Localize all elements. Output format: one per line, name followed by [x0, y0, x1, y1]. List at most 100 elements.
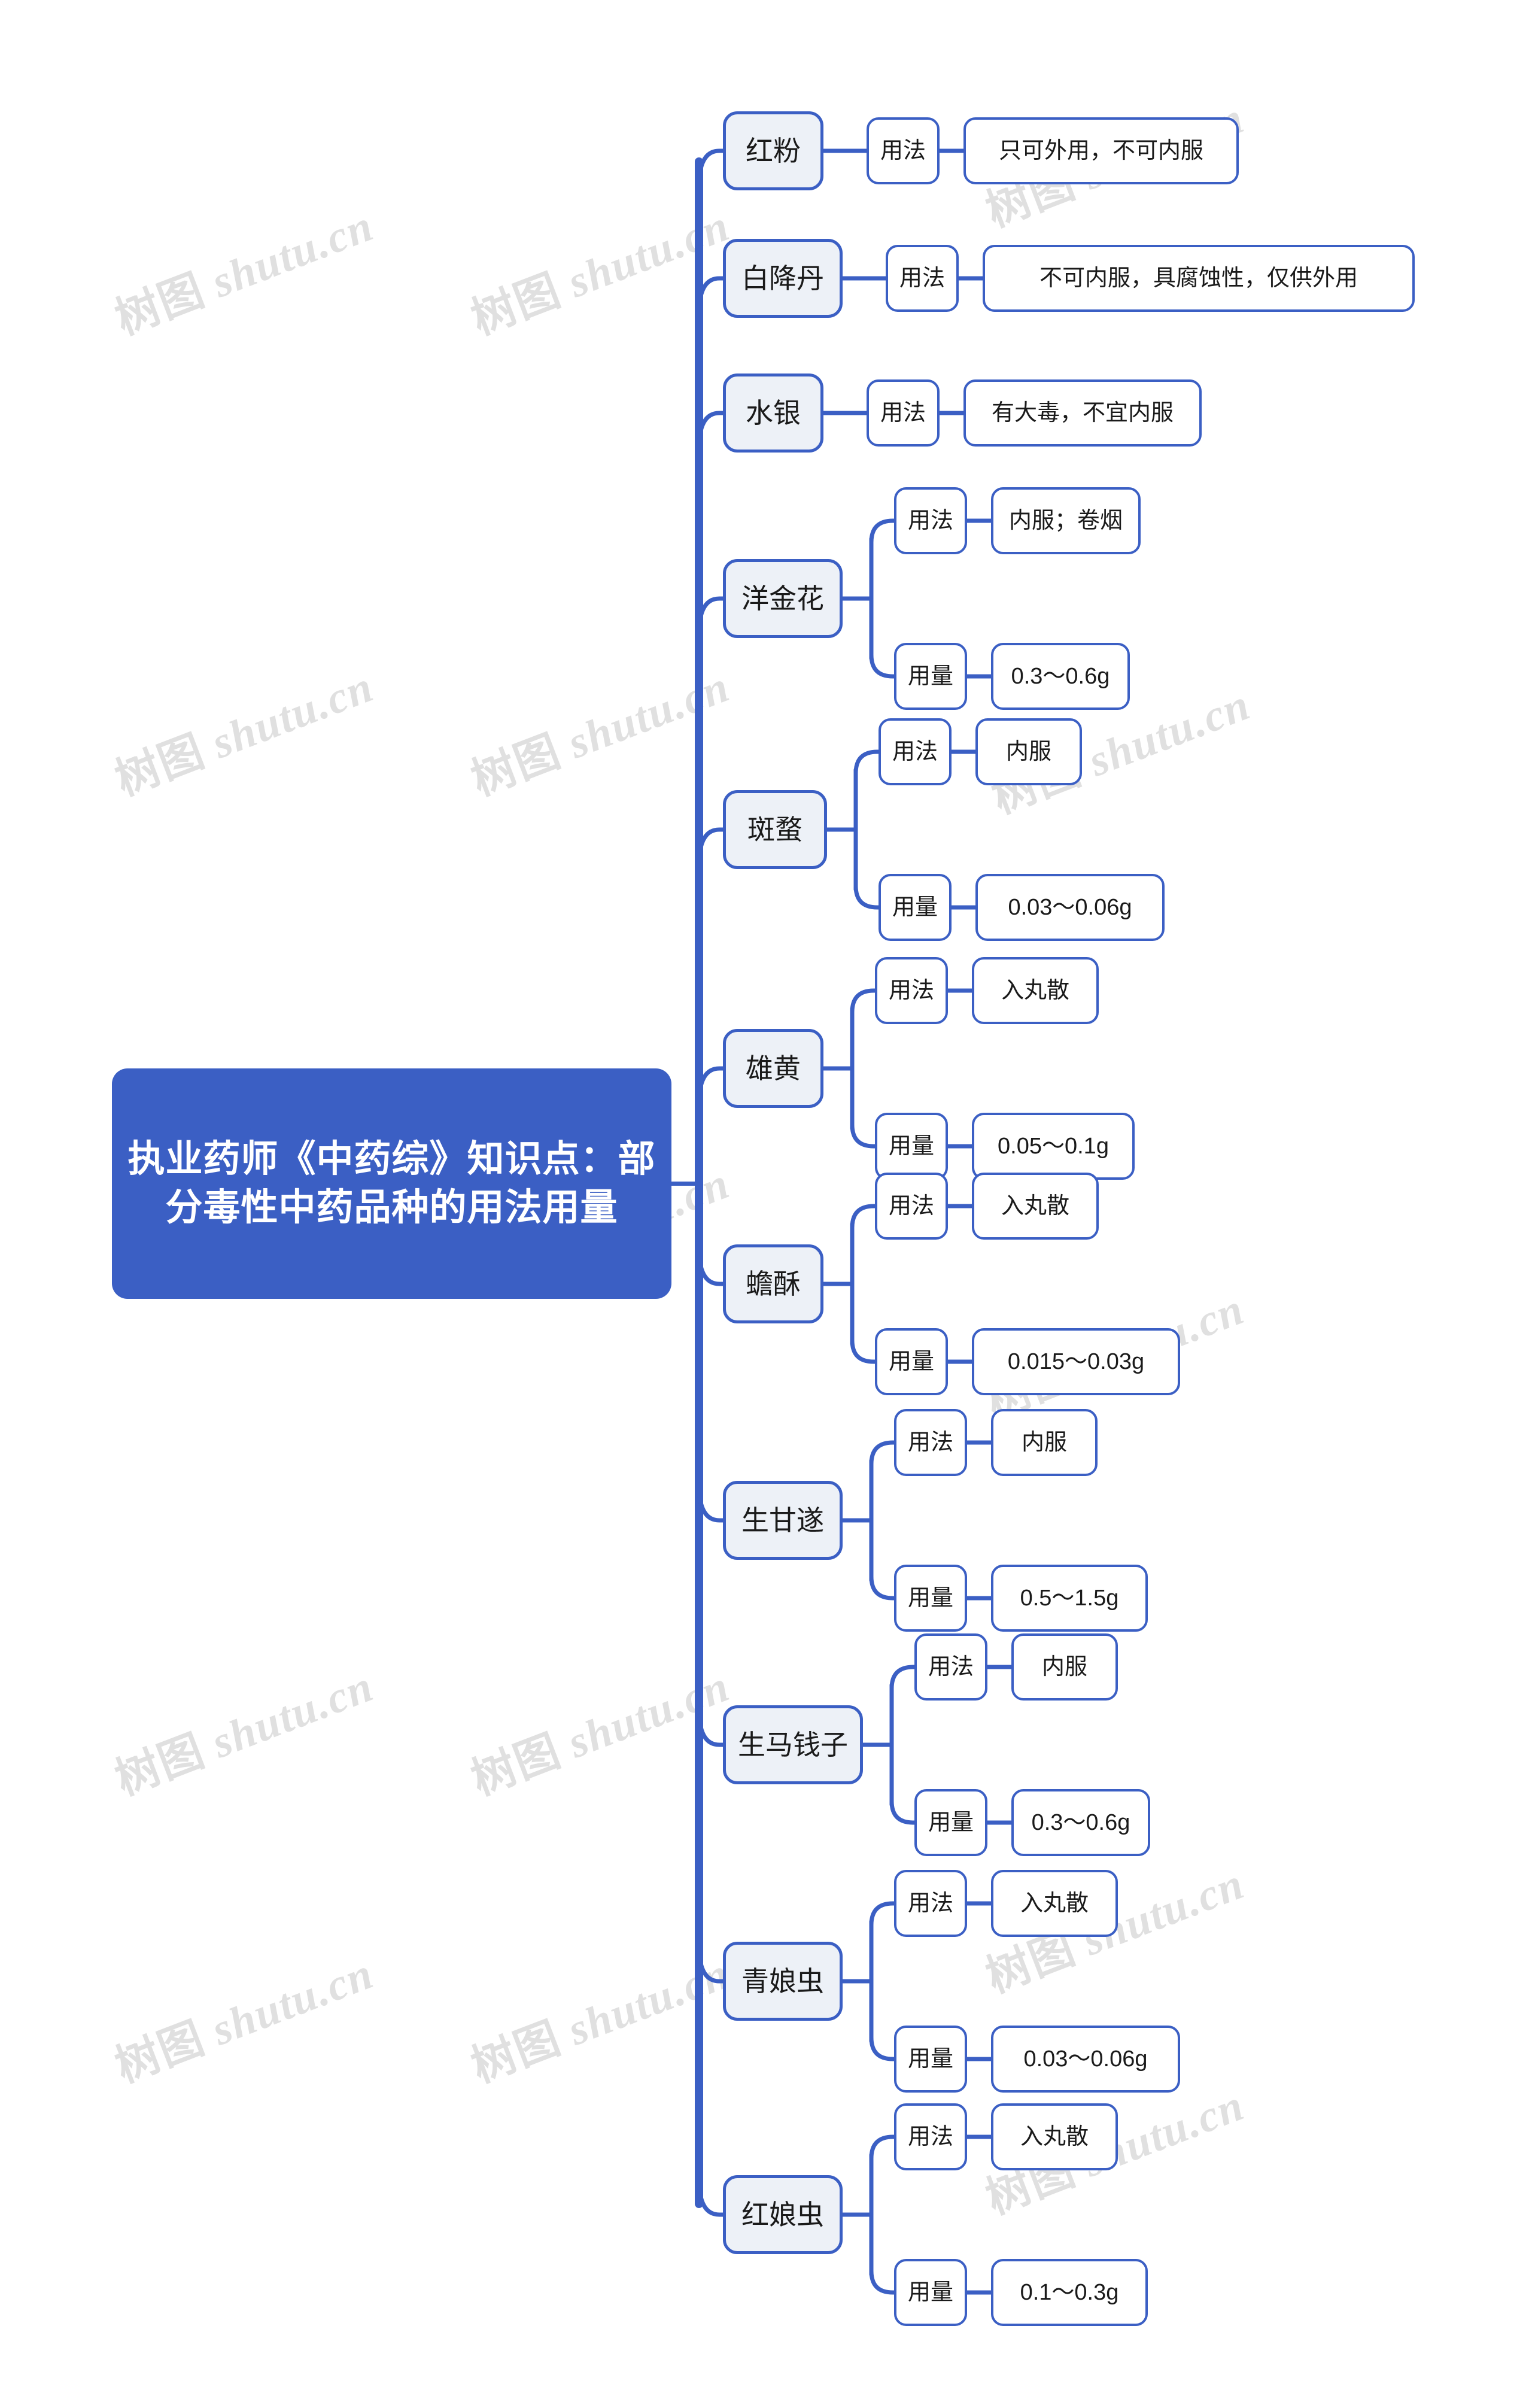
root-node[interactable]: 执业药师《中药综》知识点：部分毒性中药品种的用法用量	[112, 1068, 671, 1299]
branch-node-2-label: 白降丹	[741, 262, 824, 294]
child-label-node-8-1[interactable]: 用法	[894, 1409, 967, 1476]
branch-node-8[interactable]: 生甘遂	[723, 1481, 843, 1560]
value-node-6-2[interactable]: 0.05～0.1g	[972, 1113, 1135, 1180]
child-label-node-5-1[interactable]: 用法	[879, 718, 952, 785]
child-label-node-1-1[interactable]: 用法	[867, 117, 940, 184]
value-node-11-2-label: 0.1～0.3g	[1020, 2279, 1119, 2305]
value-node-8-1[interactable]: 内服	[991, 1409, 1098, 1476]
value-node-7-1-label: 入丸散	[1001, 1193, 1069, 1219]
child-label-node-7-1[interactable]: 用法	[875, 1173, 948, 1240]
child-label-node-1-1-label: 用法	[880, 138, 926, 163]
value-node-11-2[interactable]: 0.1～0.3g	[991, 2259, 1148, 2326]
branch-node-11-label: 红娘虫	[741, 2199, 824, 2230]
child-label-node-10-2[interactable]: 用量	[894, 2026, 967, 2093]
child-label-node-4-1-label: 用法	[907, 508, 953, 533]
value-node-4-1[interactable]: 内服；卷烟	[991, 487, 1141, 554]
value-node-10-1-label: 入丸散	[1020, 1890, 1089, 1916]
branch-node-7-label: 蟾酥	[746, 1268, 801, 1299]
branch-node-11[interactable]: 红娘虫	[723, 2175, 843, 2254]
child-label-node-4-2-label: 用量	[907, 663, 953, 689]
child-label-node-11-1-label: 用法	[907, 2124, 953, 2149]
branch-node-8-label: 生甘遂	[741, 1504, 824, 1536]
child-label-node-6-2[interactable]: 用量	[875, 1113, 948, 1180]
branch-node-3-label: 水银	[746, 397, 801, 429]
child-label-node-6-1[interactable]: 用法	[875, 957, 948, 1024]
value-node-8-2[interactable]: 0.5～1.5g	[991, 1565, 1148, 1632]
value-node-4-2[interactable]: 0.3～0.6g	[991, 643, 1130, 710]
branch-node-10-label: 青娘虫	[741, 1965, 824, 1997]
value-node-10-2[interactable]: 0.03～0.06g	[991, 2026, 1180, 2093]
value-node-9-1-label: 内服	[1041, 1654, 1087, 1680]
branch-node-1-label: 红粉	[746, 135, 801, 166]
child-label-node-5-2-label: 用量	[892, 894, 938, 920]
branch-node-9[interactable]: 生马钱子	[723, 1705, 863, 1784]
child-label-node-2-1[interactable]: 用法	[886, 245, 959, 312]
child-label-node-9-2[interactable]: 用量	[914, 1789, 987, 1856]
child-label-node-3-1[interactable]: 用法	[867, 379, 940, 447]
child-label-node-4-1[interactable]: 用法	[894, 487, 967, 554]
branch-node-7[interactable]: 蟾酥	[723, 1244, 823, 1323]
child-label-node-7-2[interactable]: 用量	[875, 1328, 948, 1395]
child-label-node-9-1-label: 用法	[928, 1654, 974, 1680]
child-label-node-6-2-label: 用量	[888, 1133, 934, 1159]
value-node-7-1[interactable]: 入丸散	[972, 1173, 1099, 1240]
value-node-1-1-label: 只可外用，不可内服	[998, 138, 1203, 163]
value-node-3-1-label: 有大毒，不宜内服	[991, 400, 1174, 426]
value-node-2-1[interactable]: 不可内服，具腐蚀性，仅供外用	[983, 245, 1415, 312]
value-node-11-1[interactable]: 入丸散	[991, 2103, 1118, 2170]
branch-node-3[interactable]: 水银	[723, 374, 823, 453]
value-node-6-1[interactable]: 入丸散	[972, 957, 1099, 1024]
value-node-9-2-label: 0.3～0.6g	[1031, 1809, 1130, 1835]
branch-node-4-label: 洋金花	[741, 582, 824, 614]
value-node-7-2-label: 0.015～0.03g	[1007, 1349, 1145, 1374]
branch-node-1[interactable]: 红粉	[723, 111, 823, 190]
value-node-4-2-label: 0.3～0.6g	[1011, 663, 1110, 689]
child-label-node-8-1-label: 用法	[907, 1429, 953, 1455]
value-node-11-1-label: 入丸散	[1020, 2124, 1089, 2149]
child-label-node-10-1[interactable]: 用法	[894, 1870, 967, 1937]
branch-node-10[interactable]: 青娘虫	[723, 1942, 843, 2021]
child-label-node-5-2[interactable]: 用量	[879, 874, 952, 941]
child-label-node-3-1-label: 用法	[880, 400, 926, 426]
branch-node-5[interactable]: 斑蝥	[723, 790, 827, 869]
child-label-node-5-1-label: 用法	[892, 739, 938, 764]
child-label-node-9-2-label: 用量	[928, 1809, 974, 1835]
child-label-node-7-2-label: 用量	[888, 1349, 934, 1374]
child-label-node-7-1-label: 用法	[888, 1193, 934, 1219]
child-label-node-4-2[interactable]: 用量	[894, 643, 967, 710]
value-node-3-1[interactable]: 有大毒，不宜内服	[963, 379, 1202, 447]
branch-node-9-label: 生马钱子	[738, 1729, 848, 1760]
value-node-8-2-label: 0.5～1.5g	[1020, 1585, 1119, 1611]
branch-node-4[interactable]: 洋金花	[723, 559, 843, 638]
child-label-node-11-2-label: 用量	[907, 2279, 953, 2305]
child-label-node-8-2-label: 用量	[907, 1585, 953, 1611]
child-label-node-11-2[interactable]: 用量	[894, 2259, 967, 2326]
value-node-1-1[interactable]: 只可外用，不可内服	[963, 117, 1239, 184]
child-label-node-10-1-label: 用法	[907, 1890, 953, 1916]
value-node-9-2[interactable]: 0.3～0.6g	[1011, 1789, 1150, 1856]
value-node-5-2-label: 0.03～0.06g	[1008, 894, 1132, 920]
value-node-2-1-label: 不可内服，具腐蚀性，仅供外用	[1039, 265, 1358, 291]
child-label-node-2-1-label: 用法	[899, 265, 945, 291]
branch-node-5-label: 斑蝥	[747, 813, 803, 845]
value-node-6-2-label: 0.05～0.1g	[998, 1133, 1109, 1159]
value-node-9-1[interactable]: 内服	[1011, 1633, 1118, 1701]
value-node-4-1-label: 内服；卷烟	[1008, 508, 1123, 533]
value-node-7-2[interactable]: 0.015～0.03g	[972, 1328, 1180, 1395]
value-node-8-1-label: 内服	[1021, 1429, 1067, 1455]
value-node-10-2-label: 0.03～0.06g	[1023, 2046, 1148, 2072]
child-label-node-11-1[interactable]: 用法	[894, 2103, 967, 2170]
child-label-node-10-2-label: 用量	[907, 2046, 953, 2072]
value-node-10-1[interactable]: 入丸散	[991, 1870, 1118, 1937]
child-label-node-6-1-label: 用法	[888, 977, 934, 1003]
child-label-node-8-2[interactable]: 用量	[894, 1565, 967, 1632]
branch-node-6[interactable]: 雄黄	[723, 1029, 823, 1108]
mindmap-canvas: 树图 shutu.cn 树图 shutu.cn 树图 shutu.cn 树图 shut…	[0, 0, 1532, 2408]
branch-node-6-label: 雄黄	[746, 1052, 801, 1084]
root-node-label: 执业药师《中药综》知识点：部分毒性中药品种的用法用量	[127, 1138, 656, 1228]
node-layer: 执业药师《中药综》知识点：部分毒性中药品种的用法用量 红粉 用法 只可外用，不可内服白…	[0, 0, 1532, 2408]
value-node-5-2[interactable]: 0.03～0.06g	[975, 874, 1165, 941]
branch-node-2[interactable]: 白降丹	[723, 239, 843, 318]
value-node-5-1[interactable]: 内服	[975, 718, 1082, 785]
child-label-node-9-1[interactable]: 用法	[914, 1633, 987, 1701]
